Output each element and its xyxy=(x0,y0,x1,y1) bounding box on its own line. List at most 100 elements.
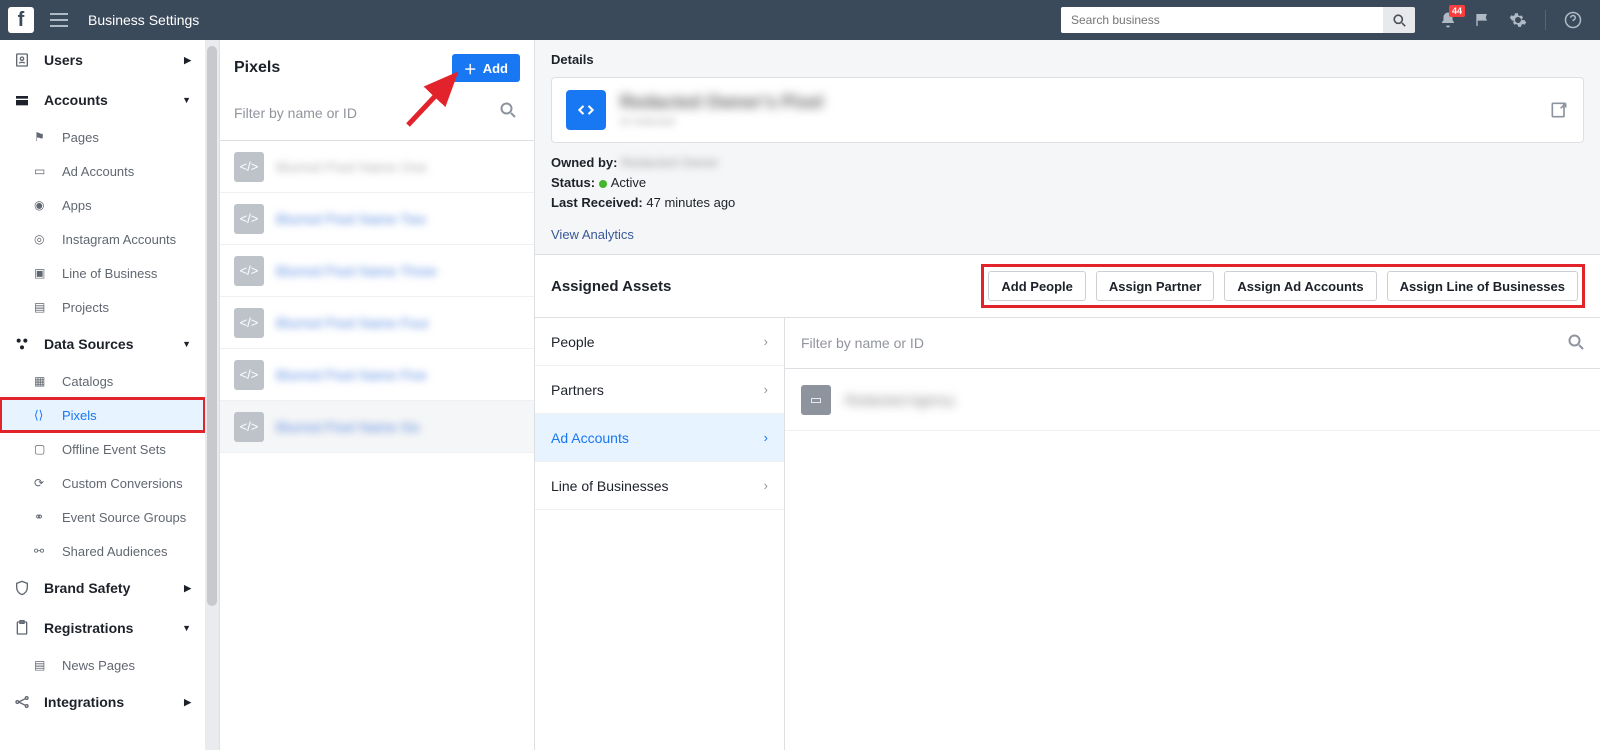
add-button-label: Add xyxy=(483,61,508,76)
tab-label: People xyxy=(551,334,595,350)
hamburger-icon[interactable] xyxy=(42,7,76,33)
chevron-right-icon: ▶ xyxy=(184,697,191,708)
notifications-icon[interactable]: 44 xyxy=(1439,11,1457,29)
sidebar-item-ad-accounts[interactable]: ▭Ad Accounts xyxy=(0,154,205,188)
pixel-icon: </> xyxy=(234,308,264,338)
open-external-icon[interactable] xyxy=(1549,100,1569,120)
sidebar-item-label: Offline Event Sets xyxy=(62,442,166,457)
pixel-icon xyxy=(566,90,606,130)
sidebar-item-label: News Pages xyxy=(62,658,135,673)
sidebar-item-label: Shared Audiences xyxy=(62,544,168,559)
chevron-right-icon: › xyxy=(764,478,768,493)
asset-item-name: Redacted Agency xyxy=(845,392,955,408)
sidebar-section-integrations[interactable]: Integrations ▶ xyxy=(0,682,205,722)
details-panel: Details Redacted Owner's Pixel id redact… xyxy=(535,40,1600,750)
pixel-name: Blurred Pixel Name Six xyxy=(276,419,420,435)
owned-by-value: Redacted Owner xyxy=(621,155,719,170)
chevron-down-icon: ▼ xyxy=(182,623,191,633)
tab-label: Partners xyxy=(551,382,604,398)
assets-tab-partners[interactable]: Partners› xyxy=(535,366,784,414)
pixel-list-item[interactable]: </> Blurred Pixel Name Six xyxy=(220,401,534,453)
sidebar-item-instagram[interactable]: ◎Instagram Accounts xyxy=(0,222,205,256)
add-button[interactable]: ＋ Add xyxy=(452,54,520,82)
pixel-name: Blurred Pixel Name Four xyxy=(276,315,429,331)
sidebar-item-label: Custom Conversions xyxy=(62,476,183,491)
sidebar-item-pixels[interactable]: ⟨⟩ Pixels xyxy=(0,398,205,432)
top-bar: f Business Settings 44 xyxy=(0,0,1600,40)
users-icon xyxy=(14,52,34,68)
assign-partner-button[interactable]: Assign Partner xyxy=(1096,271,1214,301)
pixel-list-item[interactable]: </>Blurred Pixel Name One xyxy=(220,141,534,193)
offline-icon: ▢ xyxy=(34,442,54,456)
sidebar-item-label: Pixels xyxy=(62,408,97,423)
divider xyxy=(1545,10,1546,30)
sidebar-item-apps[interactable]: ◉Apps xyxy=(0,188,205,222)
last-received-value: 47 minutes ago xyxy=(646,195,735,210)
integrations-icon xyxy=(14,694,34,710)
sidebar-item-pages[interactable]: ⚑ Pages xyxy=(0,120,205,154)
shield-icon xyxy=(14,580,34,596)
gear-icon[interactable] xyxy=(1509,11,1527,29)
assets-filter-input[interactable] xyxy=(785,318,1600,368)
apps-icon: ◉ xyxy=(34,198,54,212)
sidebar-item-custom-conversions[interactable]: ⟳Custom Conversions xyxy=(0,466,205,500)
flag-icon[interactable] xyxy=(1475,12,1491,28)
assign-ad-accounts-button[interactable]: Assign Ad Accounts xyxy=(1224,271,1376,301)
sidebar-section-label: Registrations xyxy=(44,620,133,636)
accounts-icon xyxy=(14,92,34,108)
pixel-icon: </> xyxy=(234,256,264,286)
assets-tab-lob[interactable]: Line of Businesses› xyxy=(535,462,784,510)
sidebar-section-accounts[interactable]: Accounts ▼ xyxy=(0,80,205,120)
pixel-list-item[interactable]: </>Blurred Pixel Name Three xyxy=(220,245,534,297)
sidebar-section-brand-safety[interactable]: Brand Safety ▶ xyxy=(0,568,205,608)
sidebar-item-catalogs[interactable]: ▦Catalogs xyxy=(0,364,205,398)
pixel-list-item[interactable]: </>Blurred Pixel Name Two xyxy=(220,193,534,245)
last-received-label: Last Received: xyxy=(551,195,643,210)
asset-action-buttons: Add People Assign Partner Assign Ad Acco… xyxy=(982,265,1584,307)
assets-tabs: People› Partners› Ad Accounts› Line of B… xyxy=(535,318,785,750)
sidebar-item-shared-audiences[interactable]: ⚯Shared Audiences xyxy=(0,534,205,568)
panel-title: Pixels xyxy=(234,59,280,77)
search-icon xyxy=(1568,334,1584,350)
assets-tab-people[interactable]: People› xyxy=(535,318,784,366)
sidebar-section-users[interactable]: Users ▶ xyxy=(0,40,205,80)
projects-icon: ▤ xyxy=(34,300,54,314)
search-button[interactable] xyxy=(1383,7,1415,33)
status-dot-icon xyxy=(599,180,607,188)
view-analytics-link[interactable]: View Analytics xyxy=(535,223,1600,254)
sidebar-item-event-source-groups[interactable]: ⚭Event Source Groups xyxy=(0,500,205,534)
pixel-icon: ⟨⟩ xyxy=(34,408,54,422)
sidebar-section-label: Users xyxy=(44,52,83,68)
add-people-button[interactable]: Add People xyxy=(988,271,1086,301)
chevron-right-icon: › xyxy=(764,430,768,445)
tab-label: Ad Accounts xyxy=(551,430,629,446)
sidebar-section-label: Integrations xyxy=(44,694,124,710)
asset-list-item[interactable]: ▭ Redacted Agency xyxy=(785,369,1600,431)
sidebar-item-projects[interactable]: ▤Projects xyxy=(0,290,205,324)
grid-icon: ▦ xyxy=(34,374,54,388)
ad-icon: ▭ xyxy=(34,164,54,178)
details-heading: Details xyxy=(535,40,1600,67)
search-icon xyxy=(1393,14,1406,27)
scrollbar-thumb[interactable] xyxy=(207,46,217,606)
pixel-detail-card: Redacted Owner's Pixel id redacted xyxy=(551,77,1584,143)
pixel-icon: </> xyxy=(234,204,264,234)
help-icon[interactable] xyxy=(1564,11,1582,29)
search-input[interactable] xyxy=(1061,7,1383,33)
sidebar: Users ▶ Accounts ▼ ⚑ Pages ▭Ad Accounts ◉… xyxy=(0,40,220,750)
sidebar-item-news-pages[interactable]: ▤News Pages xyxy=(0,648,205,682)
sidebar-item-label: Pages xyxy=(62,130,99,145)
pixels-filter-input[interactable] xyxy=(234,96,520,130)
pixel-icon: </> xyxy=(234,412,264,442)
pixel-list-item[interactable]: </> Blurred Pixel Name Four xyxy=(220,297,534,349)
assign-lob-button[interactable]: Assign Line of Businesses xyxy=(1387,271,1578,301)
assets-tab-ad-accounts[interactable]: Ad Accounts › xyxy=(535,414,784,462)
sidebar-section-registrations[interactable]: Registrations ▼ xyxy=(0,608,205,648)
pixel-list-item[interactable]: </>Blurred Pixel Name Five xyxy=(220,349,534,401)
sidebar-item-lob[interactable]: ▣Line of Business xyxy=(0,256,205,290)
sidebar-item-offline-events[interactable]: ▢ Offline Event Sets xyxy=(0,432,205,466)
pixel-icon: </> xyxy=(234,152,264,182)
flag-icon: ⚑ xyxy=(34,130,54,144)
facebook-logo[interactable]: f xyxy=(8,7,34,33)
sidebar-section-data-sources[interactable]: Data Sources ▼ xyxy=(0,324,205,364)
